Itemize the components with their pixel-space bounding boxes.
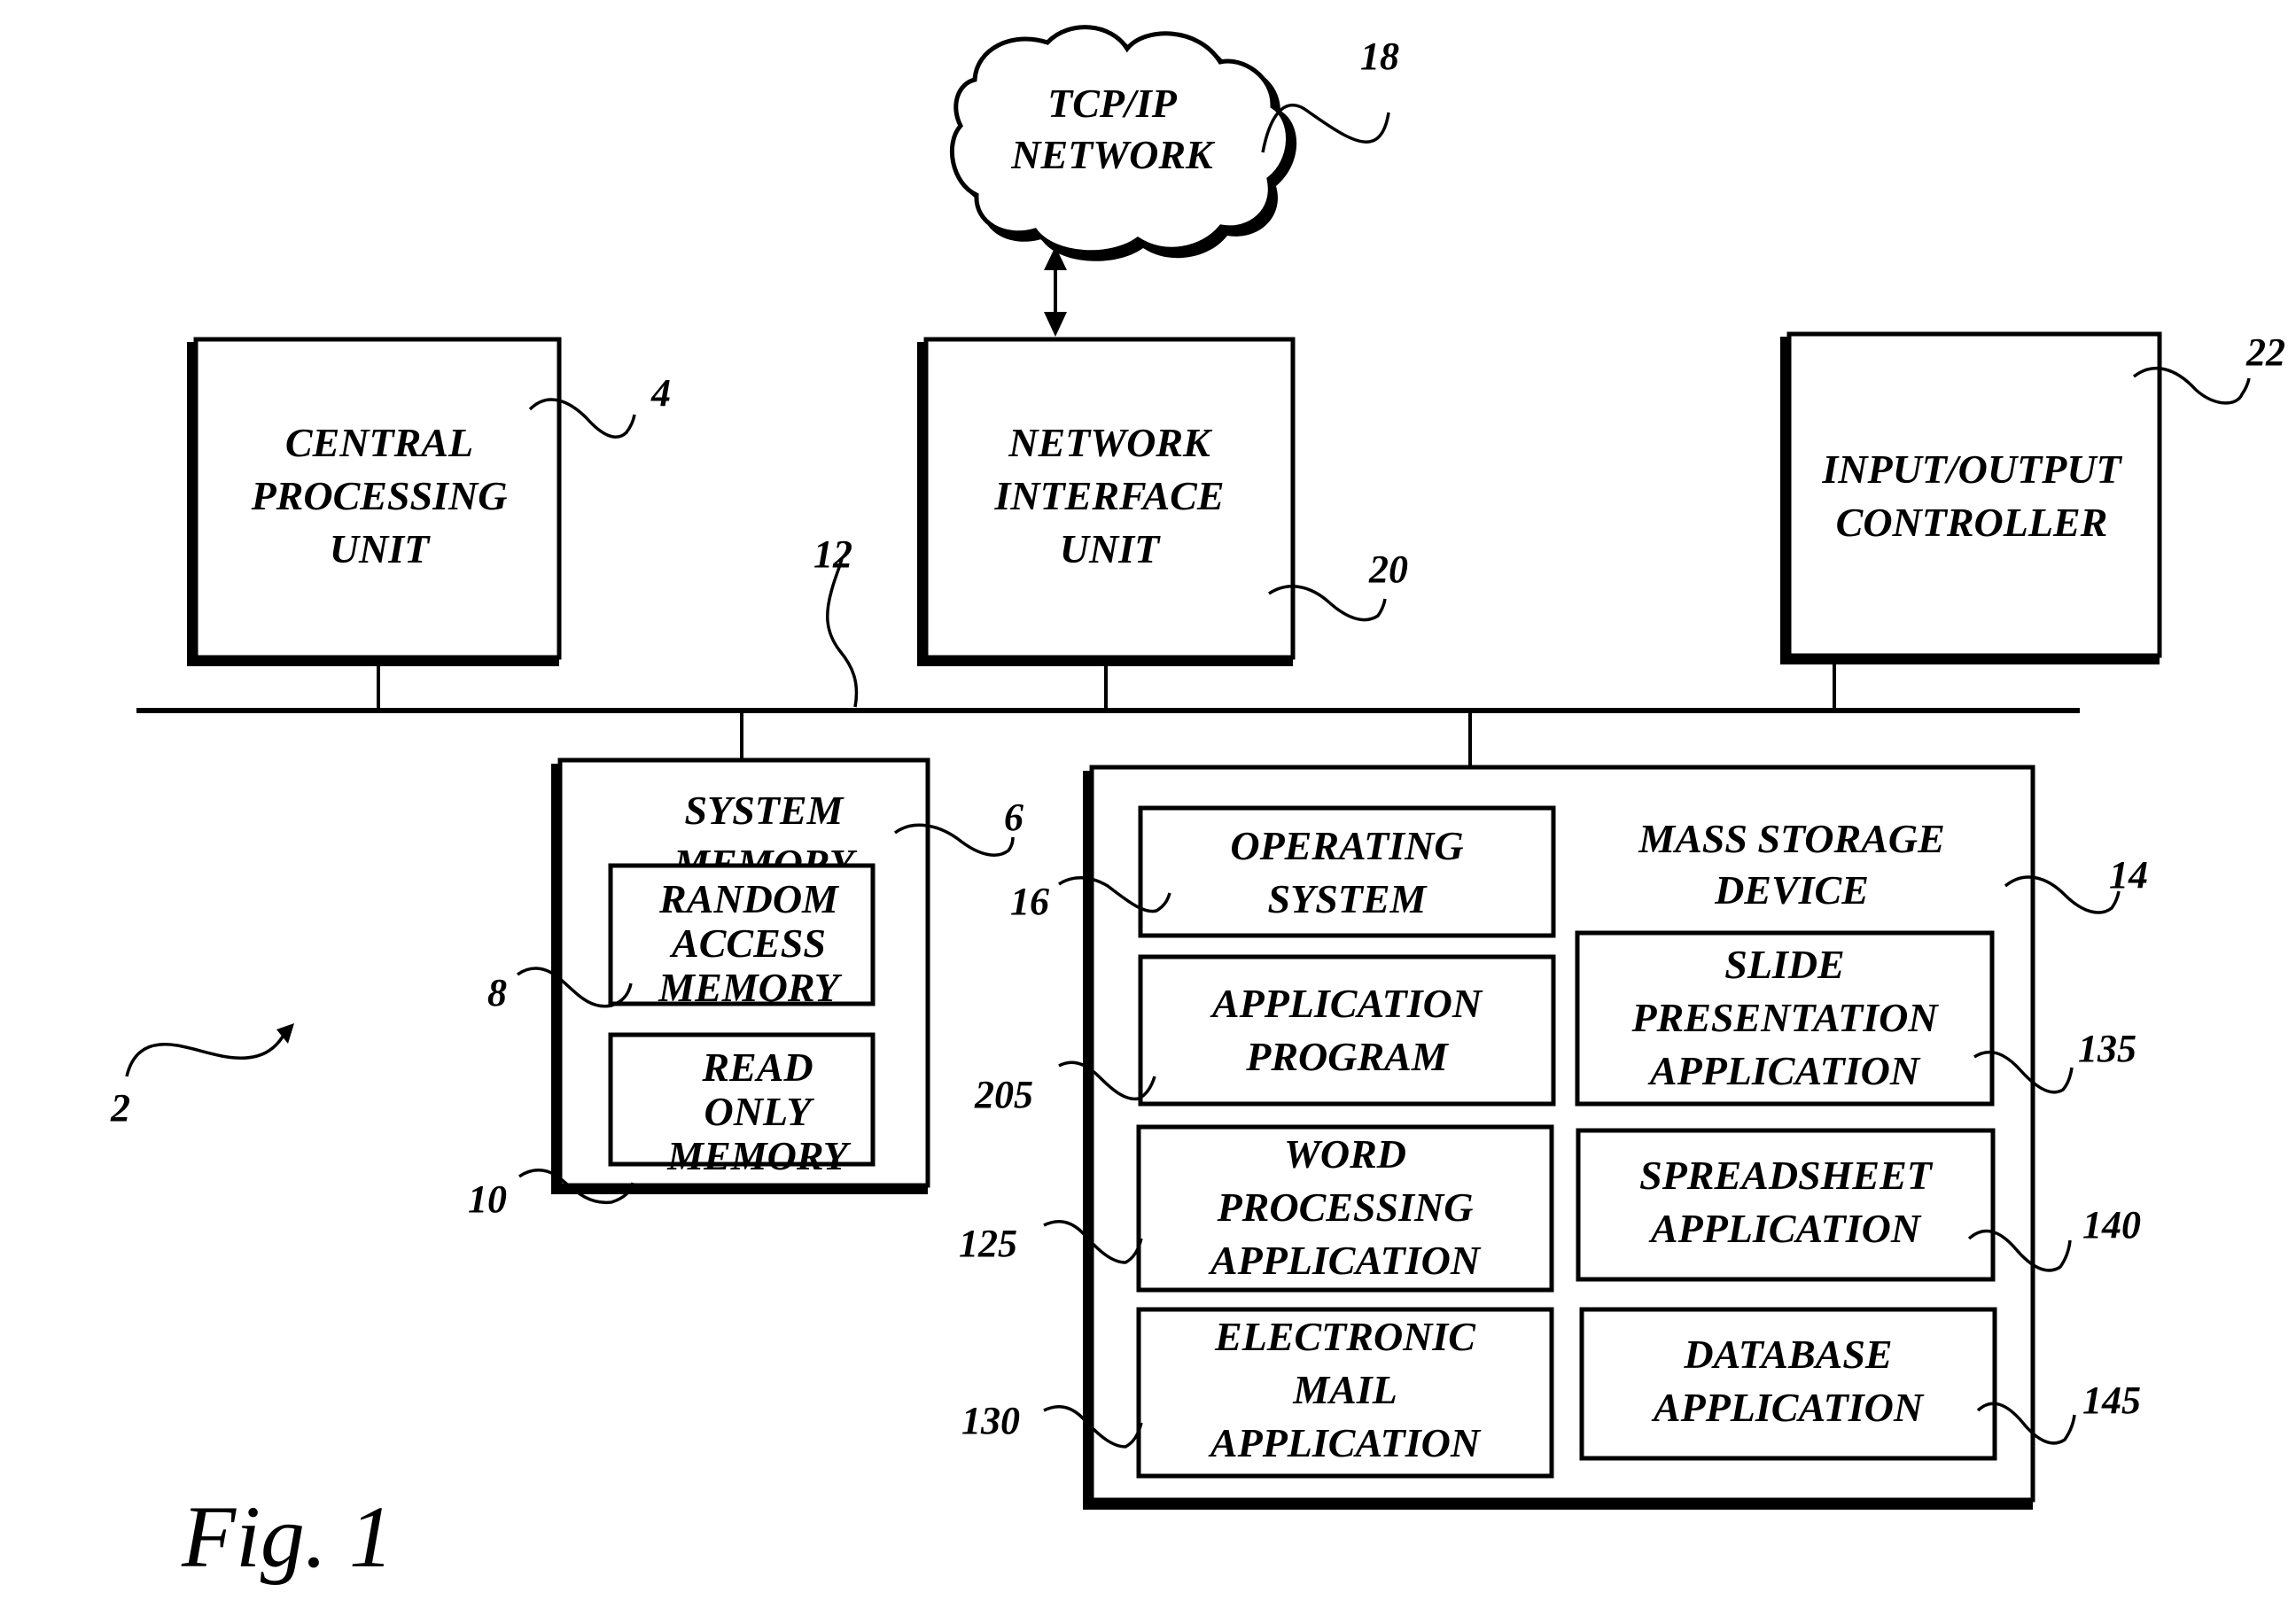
leader-line-12 xyxy=(826,557,859,708)
network-link-arrow xyxy=(1044,246,1067,337)
network-interface-unit-block: NETWORK INTERFACE UNIT xyxy=(917,337,1296,666)
ref-numeral-2: 2 xyxy=(110,1086,130,1130)
ref-numeral-12: 12 xyxy=(813,532,852,576)
ref-numeral-140: 140 xyxy=(2082,1203,2141,1247)
io-controller-block: INPUT/OUTPUT CONTROLLER xyxy=(1780,331,2162,664)
system-block-diagram: TCP/IP NETWORK 18 CENTRAL PROCESSING UNI… xyxy=(110,25,2285,1586)
arrow-down-icon xyxy=(1044,312,1067,337)
ref-numeral-135: 135 xyxy=(2078,1027,2136,1070)
email-label-line-1: ELECTRONIC xyxy=(1214,1314,1476,1359)
spreadsheet-label-line-2: APPLICATION xyxy=(1648,1206,1922,1251)
rom-label-line-2: ONLY xyxy=(704,1089,815,1134)
rom-label-line-1: READ xyxy=(701,1045,813,1090)
ref-numeral-14: 14 xyxy=(2109,853,2148,897)
rom-block: READ ONLY MEMORY xyxy=(608,1032,876,1178)
system-bus xyxy=(136,664,2080,767)
app-program-label-line-1: APPLICATION xyxy=(1210,981,1483,1026)
slide-label-line-2: PRESENTATION xyxy=(1631,995,1939,1040)
slide-label-line-1: SLIDE xyxy=(1724,942,1844,987)
system-memory-label-line-1: SYSTEM xyxy=(685,788,845,833)
ref-numeral-145: 145 xyxy=(2082,1379,2141,1422)
application-program-block: APPLICATION PROGRAM xyxy=(1138,954,1556,1107)
database-block: DATABASE APPLICATION xyxy=(1579,1307,1997,1461)
ref-numeral-16: 16 xyxy=(1010,880,1049,923)
ref-numeral-22: 22 xyxy=(2245,330,2285,374)
database-label-line-2: APPLICATION xyxy=(1651,1385,1925,1430)
os-label-line-2: SYSTEM xyxy=(1268,876,1428,921)
cpu-block: CENTRAL PROCESSING UNIT xyxy=(187,337,562,666)
network-label-line-1: TCP/IP xyxy=(1047,81,1178,126)
io-label-line-2: CONTROLLER xyxy=(1836,500,2108,545)
app-program-label-line-2: PROGRAM xyxy=(1245,1034,1450,1079)
tcpip-network-cloud: TCP/IP NETWORK xyxy=(949,25,1297,261)
figure-arrow-line xyxy=(125,1031,287,1077)
word-processing-label-line-3: APPLICATION xyxy=(1208,1238,1482,1283)
mass-storage-label-line-2: DEVICE xyxy=(1714,867,1869,913)
email-label-line-2: MAIL xyxy=(1292,1367,1397,1412)
ref-numeral-8: 8 xyxy=(487,971,507,1014)
mass-storage-block: MASS STORAGE DEVICE OPERATING SYSTEM APP… xyxy=(1083,765,2035,1510)
io-label-line-1: INPUT/OUTPUT xyxy=(1821,447,2122,492)
ref-numeral-4: 4 xyxy=(650,371,671,415)
ram-label-line-3: MEMORY xyxy=(658,965,843,1010)
word-processing-label-line-1: WORD xyxy=(1284,1131,1406,1177)
spreadsheet-label-line-1: SPREADSHEET xyxy=(1639,1153,1934,1198)
figure-caption: Fig. 1 xyxy=(181,1488,393,1586)
ref-numeral-130: 130 xyxy=(961,1399,1020,1442)
ram-label-line-1: RANDOM xyxy=(658,876,840,921)
niu-label-line-3: UNIT xyxy=(1060,526,1161,571)
ram-label-line-2: ACCESS xyxy=(669,921,826,966)
ref-numeral-6: 6 xyxy=(1004,796,1023,839)
spreadsheet-block: SPREADSHEET APPLICATION xyxy=(1576,1128,1996,1282)
ref-numeral-10: 10 xyxy=(468,1177,507,1221)
email-label-line-3: APPLICATION xyxy=(1208,1420,1482,1465)
operating-system-block: OPERATING SYSTEM xyxy=(1138,805,1556,938)
ram-block: RANDOM ACCESS MEMORY xyxy=(608,863,876,1010)
slide-presentation-block: SLIDE PRESENTATION APPLICATION xyxy=(1575,930,1995,1107)
word-processing-label-line-2: PROCESSING xyxy=(1217,1185,1474,1230)
word-processing-block: WORD PROCESSING APPLICATION xyxy=(1136,1124,1554,1293)
ref-numeral-18: 18 xyxy=(1360,35,1399,78)
niu-label-line-2: INTERFACE xyxy=(993,473,1224,518)
email-block: ELECTRONIC MAIL APPLICATION xyxy=(1136,1307,1554,1479)
os-label-line-1: OPERATING xyxy=(1230,823,1463,868)
system-memory-block: SYSTEM MEMORY RANDOM ACCESS MEMORY READ … xyxy=(551,757,930,1194)
network-label-line-2: NETWORK xyxy=(1010,132,1216,177)
rom-label-line-3: MEMORY xyxy=(666,1133,852,1178)
niu-label-line-1: NETWORK xyxy=(1008,420,1213,465)
database-label-line-1: DATABASE xyxy=(1683,1332,1892,1377)
ref-numeral-205: 205 xyxy=(974,1073,1033,1116)
mass-storage-label-line-1: MASS STORAGE xyxy=(1638,816,1945,861)
ref-numeral-125: 125 xyxy=(959,1222,1017,1265)
cpu-label-line-3: UNIT xyxy=(330,526,431,571)
cpu-label-line-2: PROCESSING xyxy=(251,473,508,518)
slide-label-line-3: APPLICATION xyxy=(1647,1048,1921,1093)
cpu-label-line-1: CENTRAL xyxy=(285,420,473,465)
ref-numeral-20: 20 xyxy=(1368,548,1408,591)
